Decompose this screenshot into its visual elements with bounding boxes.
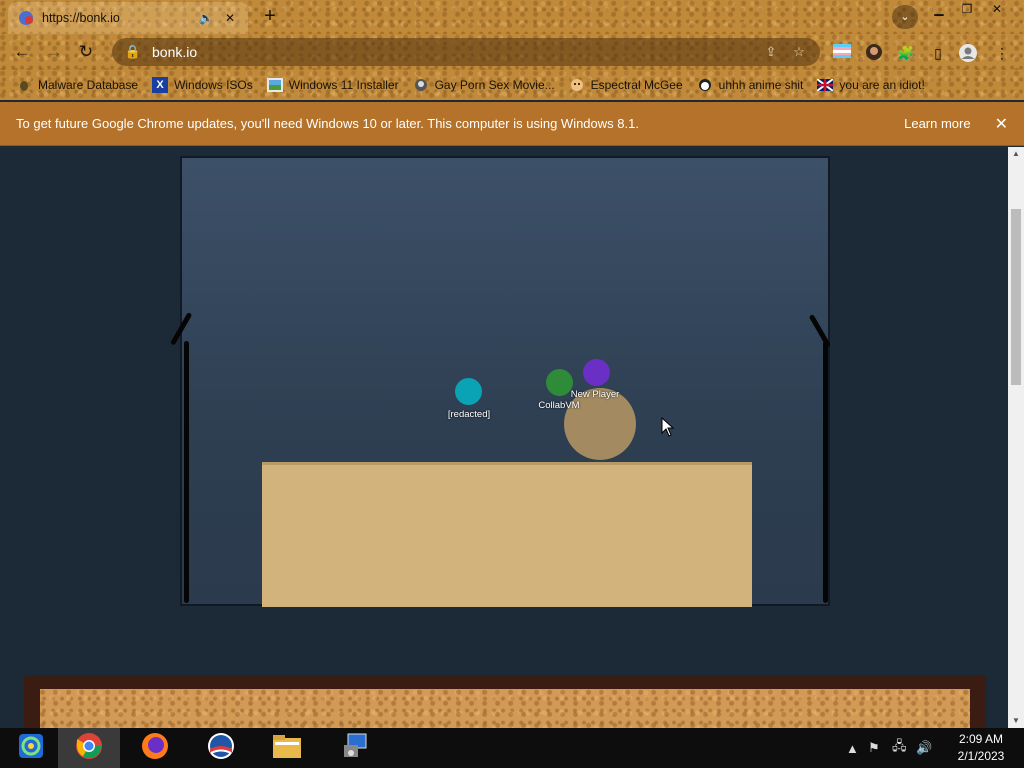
bonk-favicon-icon bbox=[18, 10, 34, 26]
extensions-puzzle-icon[interactable]: 🧩 bbox=[896, 43, 916, 63]
volume-icon[interactable]: 🔊 bbox=[916, 728, 932, 768]
bookmark-label: Windows ISOs bbox=[174, 78, 253, 92]
new-tab-button[interactable]: + bbox=[258, 5, 282, 29]
extension-avatar-icon[interactable] bbox=[864, 43, 884, 63]
bookmark-label: Gay Porn Sex Movie... bbox=[434, 78, 555, 92]
bottom-panel bbox=[24, 675, 986, 728]
bug-icon bbox=[16, 77, 32, 93]
player-name: [redacted] bbox=[447, 409, 491, 420]
right-wall-slant bbox=[808, 314, 831, 348]
back-button[interactable]: ← bbox=[10, 40, 34, 64]
bookmark-star-icon[interactable]: ☆ bbox=[790, 44, 808, 60]
firefox-icon bbox=[140, 731, 170, 766]
extension-flag-icon[interactable] bbox=[832, 43, 852, 63]
window-close-button[interactable]: ✕ bbox=[982, 0, 1012, 20]
taskbar-app[interactable] bbox=[58, 728, 120, 768]
infobar-close-icon[interactable]: ✕ bbox=[995, 114, 1008, 134]
mouse-cursor-icon bbox=[661, 416, 675, 442]
address-bar[interactable]: 🔒 bonk.io ⇪ ☆ bbox=[112, 38, 820, 66]
clock-date: 2/1/2023 bbox=[957, 749, 1005, 763]
bookmark-label: you are an idiot! bbox=[839, 78, 925, 92]
tab-search-button[interactable]: ⌄ bbox=[892, 5, 918, 29]
bookmarks-bar: Malware Database X Windows ISOs Windows … bbox=[0, 70, 1024, 100]
player-name: New Player bbox=[570, 389, 620, 400]
taskbar-app[interactable] bbox=[124, 728, 186, 768]
x-logo-icon: X bbox=[152, 77, 169, 93]
taskbar-clock[interactable]: 2:09 AM 2/1/2023 bbox=[946, 731, 1016, 765]
cork-panel bbox=[40, 689, 970, 728]
taskbar-app[interactable] bbox=[256, 728, 318, 768]
anime-icon bbox=[697, 77, 713, 93]
tab-title: https://bonk.io bbox=[42, 11, 120, 25]
flag-icon bbox=[817, 77, 834, 93]
bookmark-label: Espectral McGee bbox=[590, 78, 683, 92]
audio-playing-icon[interactable]: 🔈 bbox=[198, 11, 214, 25]
installer-icon bbox=[340, 731, 370, 766]
url-text: bonk.io bbox=[152, 44, 198, 60]
chrome-icon bbox=[74, 731, 104, 766]
bookmark-label: Windows 11 Installer bbox=[288, 78, 399, 92]
taskbar-app[interactable] bbox=[324, 728, 386, 768]
network-icon[interactable]: 🖧 bbox=[892, 728, 907, 768]
side-panel-icon[interactable]: ▯ bbox=[928, 43, 948, 63]
windows-taskbar: ▲ ⚑ 🖧 🔊 2:09 AM 2/1/2023 bbox=[0, 728, 1024, 768]
scroll-down-arrow-icon[interactable]: ▼ bbox=[1008, 714, 1024, 728]
browser-toolbar: ← → ↻ 🔒 bonk.io ⇪ ☆ 🧩 ▯ ⋮ bbox=[0, 34, 1024, 70]
browser-tab[interactable]: https://bonk.io 🔈 ✕ bbox=[8, 2, 248, 34]
left-wall bbox=[184, 341, 189, 603]
bookmark-item[interactable]: you are an idiot! bbox=[817, 77, 925, 93]
bookmark-item[interactable]: Gay Porn Sex Movie... bbox=[413, 77, 555, 93]
restore-button[interactable]: ❐ bbox=[952, 0, 982, 20]
taskbar-app[interactable] bbox=[0, 728, 62, 768]
learn-more-link[interactable]: Learn more bbox=[904, 116, 970, 131]
game-canvas[interactable]: [redacted] CollabVM New Player bbox=[170, 156, 831, 607]
player-ball bbox=[455, 378, 482, 405]
bookmark-label: uhhh anime shit bbox=[718, 78, 804, 92]
game-platform bbox=[262, 462, 752, 607]
player-ball bbox=[583, 359, 610, 386]
lock-icon[interactable]: 🔒 bbox=[124, 44, 142, 60]
folder-icon bbox=[271, 732, 303, 765]
right-wall bbox=[823, 341, 828, 603]
player-name: CollabVM bbox=[538, 400, 580, 411]
face-icon bbox=[569, 77, 585, 93]
tray-expand-icon[interactable]: ▲ bbox=[846, 728, 859, 768]
tab-close-icon[interactable]: ✕ bbox=[222, 11, 238, 25]
browser-titlebar: https://bonk.io 🔈 ✕ + ⌄ ▁ ❐ ✕ bbox=[0, 0, 1024, 34]
bookmark-item[interactable]: Windows 11 Installer bbox=[266, 77, 399, 93]
obama-icon bbox=[206, 731, 236, 766]
infobar-message: To get future Google Chrome updates, you… bbox=[16, 116, 639, 131]
left-wall-slant bbox=[170, 312, 193, 346]
bookmark-item[interactable]: Espectral McGee bbox=[569, 77, 683, 93]
player-ball bbox=[546, 369, 573, 396]
page-content: [redacted] CollabVM New Player bbox=[0, 147, 1008, 728]
page-scrollbar[interactable]: ▲ ▼ bbox=[1008, 147, 1024, 728]
forward-button[interactable]: → bbox=[42, 40, 66, 64]
share-icon[interactable]: ⇪ bbox=[762, 44, 780, 60]
minimize-button[interactable]: ▁ bbox=[924, 0, 954, 20]
clock-time: 2:09 AM bbox=[958, 732, 1004, 746]
profile-icon[interactable] bbox=[958, 43, 978, 63]
scroll-up-arrow-icon[interactable]: ▲ bbox=[1008, 147, 1024, 161]
menu-kebab-icon[interactable]: ⋮ bbox=[992, 43, 1012, 63]
reload-button[interactable]: ↻ bbox=[74, 40, 98, 64]
bookmark-label: Malware Database bbox=[38, 78, 139, 92]
bookmark-item[interactable]: uhhh anime shit bbox=[697, 77, 804, 93]
update-infobar: To get future Google Chrome updates, you… bbox=[0, 102, 1024, 146]
user-icon bbox=[413, 77, 429, 93]
scrollbar-thumb[interactable] bbox=[1011, 209, 1021, 385]
bookmark-item[interactable]: X Windows ISOs bbox=[152, 77, 253, 93]
ie-icon bbox=[16, 731, 46, 766]
action-center-flag-icon[interactable]: ⚑ bbox=[868, 728, 880, 768]
taskbar-app[interactable] bbox=[190, 728, 252, 768]
image-icon bbox=[266, 77, 283, 93]
bookmark-item[interactable]: Malware Database bbox=[16, 77, 138, 93]
